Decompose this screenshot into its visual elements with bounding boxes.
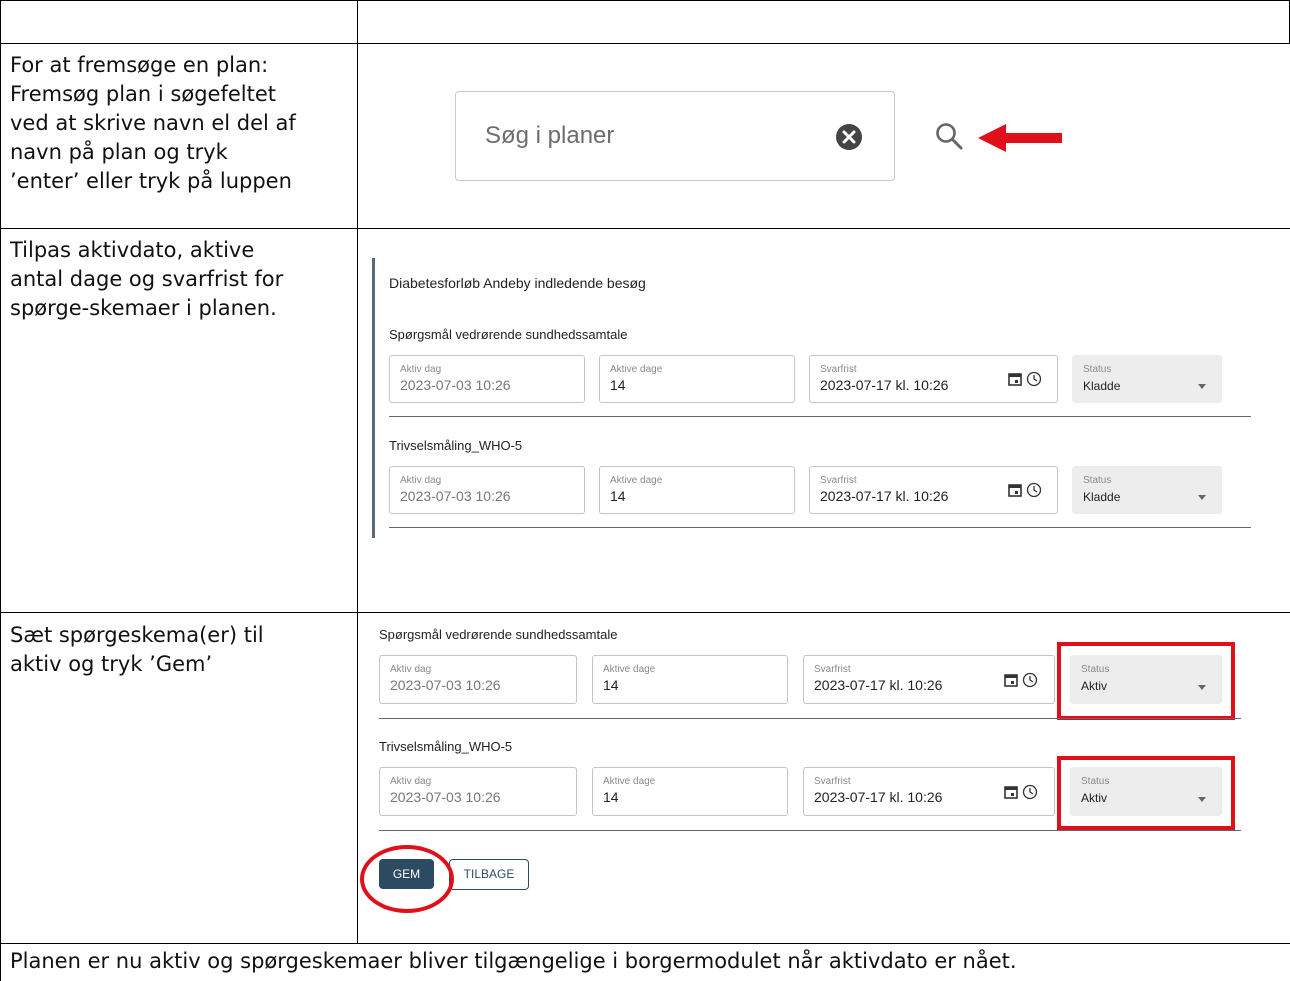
aktive-dage-field[interactable]: Aktive dage 14 <box>592 655 788 704</box>
red-arrow-icon <box>978 123 1062 153</box>
aktiv-dag-field[interactable]: Aktiv dag 2023-07-03 10:26 <box>389 355 585 403</box>
questionnaire-title: Spørgsmål vedrørende sundhedssamtale <box>379 627 618 642</box>
chevron-down-icon <box>1197 488 1207 506</box>
questionnaire-title: Trivselsmåling_WHO-5 <box>379 739 513 754</box>
tilbage-button[interactable]: TILBAGE <box>449 859 529 890</box>
footer-text: Planen er nu aktiv og spørgeskemaer bliv… <box>10 949 1017 973</box>
svarfrist-field[interactable]: Svarfrist 2023-07-17 kl. 10:26 <box>803 655 1055 704</box>
calendar-icon[interactable] <box>1004 673 1018 692</box>
aktive-dage-field[interactable]: Aktive dage 14 <box>592 767 788 816</box>
highlight-status-box <box>1057 642 1235 720</box>
clear-circle-icon[interactable] <box>835 123 863 151</box>
status-select[interactable]: Status Kladde <box>1072 466 1222 514</box>
svarfrist-field[interactable]: Svarfrist 2023-07-17 kl. 10:26 <box>803 767 1055 816</box>
highlight-gem-ellipse <box>360 845 454 913</box>
table-border-row4 <box>0 943 1290 944</box>
aktiv-dag-field[interactable]: Aktiv dag 2023-07-03 10:26 <box>379 655 577 704</box>
instruction-adjust: Tilpas aktivdato, aktive antal dage og s… <box>10 238 284 320</box>
table-border-top <box>0 0 1290 1</box>
row-divider <box>389 416 1251 417</box>
calendar-icon[interactable] <box>1004 785 1018 804</box>
clock-icon[interactable] <box>1022 672 1038 693</box>
table-border-row2 <box>0 228 1290 229</box>
table-border-middle <box>357 0 358 943</box>
status-select[interactable]: Status Kladde <box>1072 355 1222 403</box>
chevron-down-icon <box>1197 377 1207 395</box>
aktive-dage-field[interactable]: Aktive dage 14 <box>599 355 795 403</box>
calendar-icon[interactable] <box>1008 483 1022 502</box>
svarfrist-field[interactable]: Svarfrist 2023-07-17 kl. 10:26 <box>809 355 1058 403</box>
row-divider <box>389 527 1251 528</box>
table-border-left <box>0 0 1 981</box>
search-input[interactable]: Søg i planer <box>455 91 895 181</box>
plan-accent-bar <box>372 258 375 538</box>
highlight-status-box <box>1057 756 1235 830</box>
instruction-activate: Sæt spørgeskema(er) til aktiv og tryk ’G… <box>10 623 264 676</box>
row-divider <box>379 830 1241 831</box>
calendar-icon[interactable] <box>1008 372 1022 391</box>
clock-icon[interactable] <box>1026 482 1042 503</box>
table-border-row1 <box>0 43 1290 44</box>
svarfrist-field[interactable]: Svarfrist 2023-07-17 kl. 10:26 <box>809 466 1058 514</box>
table-border-row3 <box>0 612 1290 613</box>
search-placeholder: Søg i planer <box>485 122 615 149</box>
aktiv-dag-field[interactable]: Aktiv dag 2023-07-03 10:26 <box>379 767 577 816</box>
row-divider <box>379 718 1241 719</box>
questionnaire-title: Spørgsmål vedrørende sundhedssamtale <box>389 327 628 342</box>
clock-icon[interactable] <box>1022 784 1038 805</box>
aktiv-dag-field[interactable]: Aktiv dag 2023-07-03 10:26 <box>389 466 585 514</box>
magnifier-icon[interactable] <box>934 121 964 151</box>
plan-title: Diabetesforløb Andeby indledende besøg <box>389 275 646 291</box>
aktive-dage-field[interactable]: Aktive dage 14 <box>599 466 795 514</box>
instruction-search: For at fremsøge en plan: Fremsøg plan i … <box>10 53 296 193</box>
questionnaire-title: Trivselsmåling_WHO-5 <box>389 438 523 453</box>
clock-icon[interactable] <box>1026 371 1042 392</box>
